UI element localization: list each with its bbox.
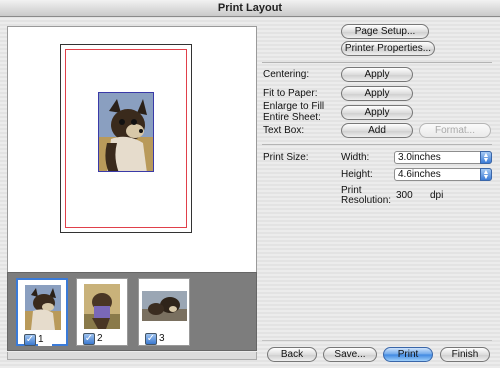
width-select[interactable]: 3.0inches ▲ ▼ <box>394 151 492 164</box>
thumbnail-strip: ✓ 1 ✓ 2 ✓ 3 <box>7 272 257 351</box>
thumbnail-1-number: 1 <box>38 334 52 346</box>
print-size-label: Print Size: <box>263 152 309 163</box>
thumbnail-scrollbar[interactable] <box>7 352 257 360</box>
enlarge-apply-button[interactable]: Apply <box>341 105 413 120</box>
resolution-value: 300 <box>396 190 413 201</box>
print-resolution-label-line2: Resolution: <box>341 195 392 206</box>
divider <box>262 340 492 341</box>
thumbnail-3[interactable]: ✓ 3 <box>138 278 190 346</box>
thumbnail-2[interactable]: ✓ 2 <box>76 278 128 346</box>
paper-sheet <box>60 44 192 233</box>
centering-label: Centering: <box>263 69 310 80</box>
thumbnail-2-checkbox[interactable]: ✓ <box>83 333 95 345</box>
format-button[interactable]: Format... <box>419 123 491 138</box>
printer-properties-button[interactable]: Printer Properties... <box>341 41 435 56</box>
thumbnail-3-number: 3 <box>159 333 173 345</box>
thumbnail-3-checkbox[interactable]: ✓ <box>145 333 157 345</box>
text-box-add-button[interactable]: Add <box>341 123 413 138</box>
thumbnail-2-number: 2 <box>97 333 111 345</box>
window-title: Print Layout <box>0 0 500 17</box>
height-select-value: 4.6inches <box>398 169 441 180</box>
centering-apply-button[interactable]: Apply <box>341 67 413 82</box>
resolution-unit: dpi <box>430 190 444 201</box>
back-button[interactable]: Back <box>267 347 317 362</box>
page-setup-button[interactable]: Page Setup... <box>341 24 429 39</box>
thumbnail-image-3 <box>142 291 187 321</box>
enlarge-label-line2: Entire Sheet: <box>263 112 321 123</box>
print-layout-window: ✓ 1 ✓ 2 ✓ 3 Page Setup... Printer Proper… <box>0 17 500 368</box>
select-arrows-icon: ▲ ▼ <box>480 168 492 181</box>
photo-placement[interactable] <box>98 92 154 172</box>
height-select[interactable]: 4.6inches ▲ ▼ <box>394 168 492 181</box>
width-select-value: 3.0inches <box>398 152 441 163</box>
dog-photo-image <box>99 93 153 171</box>
print-button[interactable]: Print <box>383 347 433 362</box>
height-label: Height: <box>341 169 373 180</box>
thumbnail-1-checkbox[interactable]: ✓ <box>24 334 36 346</box>
save-button[interactable]: Save... <box>323 347 377 362</box>
finish-button[interactable]: Finish <box>440 347 490 362</box>
text-box-label: Text Box: <box>263 125 305 136</box>
divider <box>262 62 492 63</box>
thumbnail-image-2 <box>84 284 120 329</box>
width-label: Width: <box>341 152 370 163</box>
fit-to-paper-apply-button[interactable]: Apply <box>341 86 413 101</box>
print-preview <box>7 26 257 281</box>
thumbnail-image-1 <box>25 285 61 330</box>
select-arrows-icon: ▲ ▼ <box>480 151 492 164</box>
thumbnail-1[interactable]: ✓ 1 <box>16 278 68 346</box>
fit-to-paper-label: Fit to Paper: <box>263 88 318 99</box>
divider <box>262 144 492 145</box>
